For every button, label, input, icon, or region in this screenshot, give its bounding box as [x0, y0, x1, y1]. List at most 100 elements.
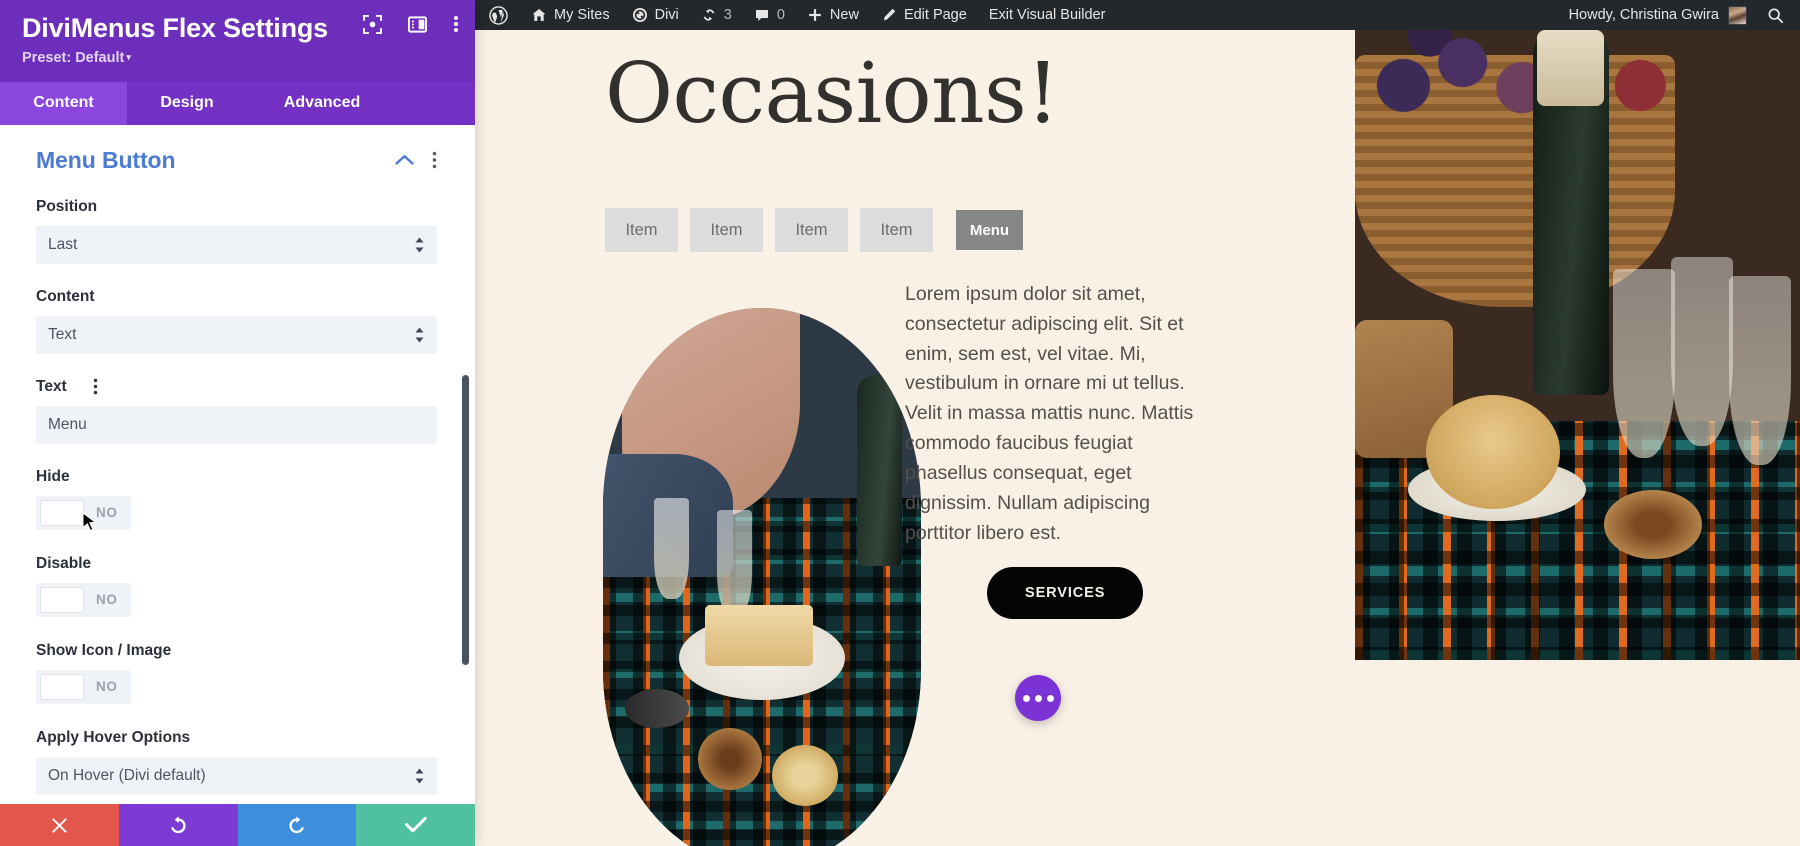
check-icon [404, 816, 427, 833]
field-show-icon-image: Show Icon / Image NO [36, 642, 437, 705]
panel-preset-label: Preset: Default [22, 49, 125, 66]
fab-dot-2 [1034, 694, 1042, 702]
toggle-show-icon-image[interactable]: NO [36, 669, 132, 704]
plus-icon [809, 9, 821, 21]
ab-howdy[interactable]: Howdy, Christina Gwira [1557, 5, 1759, 25]
ab-edit-page[interactable]: Edit Page [870, 0, 978, 30]
toggle-hide[interactable]: NO [36, 495, 132, 530]
field-text: Text [36, 378, 437, 444]
label-content-text: Content [36, 287, 95, 305]
pencil-icon [883, 8, 896, 21]
select-arrows-icon [414, 326, 425, 343]
ab-exit-vb-label: Exit Visual Builder [988, 7, 1106, 23]
ab-comments[interactable]: 0 [743, 0, 796, 30]
redo-button[interactable] [237, 804, 357, 846]
field-text-kebab-menu-icon[interactable] [93, 378, 98, 395]
label-apply-hover-options: Apply Hover Options [36, 729, 437, 747]
ab-new[interactable]: New [796, 0, 870, 30]
field-content: Content Text [36, 288, 437, 354]
fab-dot-3 [1046, 694, 1054, 702]
wordpress-logo-button[interactable] [475, 0, 520, 30]
avatar [1728, 5, 1747, 25]
select-apply-hover-options-value: On Hover (Divi default) [48, 766, 206, 784]
kebab-menu-icon[interactable] [453, 14, 459, 34]
section-kebab-menu-icon[interactable] [432, 151, 437, 169]
toggle-show-icon-image-value: NO [96, 679, 118, 695]
section-header-menu-button: Menu Button [36, 147, 437, 174]
search-icon [1768, 8, 1784, 23]
services-button[interactable]: SERVICES [987, 567, 1144, 619]
body-paragraph: Lorem ipsum dolor sit amet, consectetur … [905, 283, 1194, 544]
tart-1 [698, 728, 762, 790]
layout-panel-icon[interactable] [408, 15, 427, 34]
menu-item-3[interactable]: Item [775, 208, 848, 252]
label-show-icon-image-text: Show Icon / Image [36, 641, 172, 659]
select-arrows-icon [414, 236, 425, 253]
wine-glass-1 [653, 498, 689, 600]
select-apply-hover-options[interactable]: On Hover (Divi default) [36, 756, 437, 795]
fab-dot-1 [1022, 694, 1030, 702]
crystal-glass-2 [1670, 256, 1734, 446]
divi-page-settings-button[interactable] [1015, 675, 1061, 721]
label-position-text: Position [36, 197, 98, 215]
ab-updates-count: 3 [723, 7, 732, 23]
label-position: Position [36, 198, 437, 216]
close-icon [51, 817, 67, 833]
label-disable-text: Disable [36, 554, 92, 572]
undo-button[interactable] [118, 804, 238, 846]
ab-howdy-label: Howdy, Christina Gwira [1568, 7, 1719, 23]
champagne-foil [1537, 30, 1605, 106]
toggle-hide-value: NO [96, 505, 118, 521]
tab-design[interactable]: Design [127, 82, 247, 125]
select-content[interactable]: Text [36, 315, 437, 354]
label-show-icon-image: Show Icon / Image [36, 642, 437, 660]
toggle-show-icon-image-knob [40, 673, 84, 700]
label-text-text: Text [36, 377, 67, 395]
sunglasses [625, 688, 689, 728]
panel-action-bar [0, 804, 475, 846]
panel-tabs: Content Design Advanced [0, 81, 475, 125]
ab-divi[interactable]: Divi [621, 0, 690, 30]
divi-settings-panel: DiviMenus Flex Settings Preset: Default ▾ [0, 0, 475, 846]
toggle-disable-knob [40, 586, 84, 613]
focus-icon[interactable] [363, 14, 382, 34]
field-position: Position Last [36, 198, 437, 264]
crystal-glass-1 [1613, 269, 1676, 459]
field-disable: Disable NO [36, 555, 437, 618]
crystal-glass-3 [1728, 275, 1792, 465]
label-hide: Hide [36, 468, 437, 486]
cancel-button[interactable] [0, 804, 119, 846]
menu-button[interactable]: Menu [956, 210, 1023, 250]
wine-bottle [857, 375, 902, 566]
ab-new-label: New [829, 7, 859, 23]
bundt-cake [1426, 395, 1560, 509]
label-content: Content [36, 288, 437, 306]
input-text[interactable] [36, 405, 437, 444]
menu-item-4[interactable]: Item [860, 208, 933, 252]
chevron-down-icon: ▾ [126, 51, 131, 62]
ab-updates[interactable]: 3 [690, 0, 743, 30]
undo-icon [171, 816, 186, 834]
redo-icon [289, 816, 304, 834]
menu-item-2[interactable]: Item [690, 208, 763, 252]
ab-my-sites[interactable]: My Sites [520, 0, 621, 30]
menu-item-1[interactable]: Item [605, 208, 678, 252]
screen-root: My Sites Divi 3 0 New Edit Page Exit Vis… [0, 0, 1800, 846]
ab-search-button[interactable] [1759, 7, 1800, 24]
panel-scrollbar-thumb[interactable] [462, 374, 469, 665]
label-apply-hover-options-text: Apply Hover Options [36, 728, 191, 746]
tab-advanced[interactable]: Advanced [247, 82, 397, 125]
panel-body: Menu Button Position Last Content Text T… [0, 124, 475, 804]
chevron-up-icon[interactable] [395, 154, 414, 166]
ab-comments-count: 0 [776, 7, 785, 23]
label-hide-text: Hide [36, 467, 70, 485]
toggle-disable[interactable]: NO [36, 582, 132, 617]
save-button[interactable] [356, 804, 475, 846]
select-position-value: Last [48, 235, 78, 253]
picnic-photo [603, 308, 921, 846]
field-hide: Hide NO [36, 468, 437, 531]
panel-preset[interactable]: Preset: Default ▾ [22, 50, 453, 66]
ab-exit-visual-builder[interactable]: Exit Visual Builder [978, 0, 1117, 30]
select-position[interactable]: Last [36, 225, 437, 264]
tab-content[interactable]: Content [0, 81, 127, 125]
